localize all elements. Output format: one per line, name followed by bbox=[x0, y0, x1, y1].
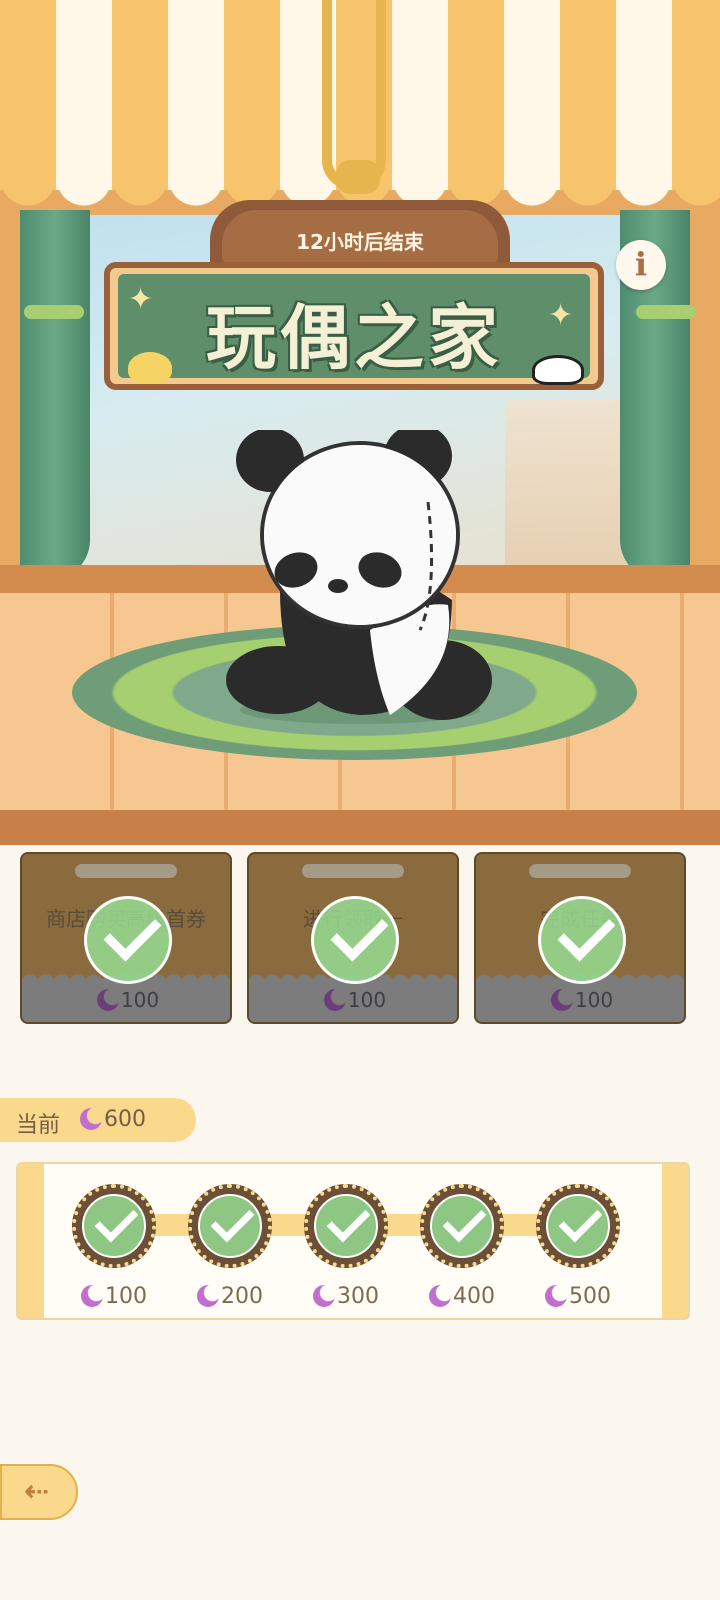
current-balance-value: 600 bbox=[104, 1107, 146, 1132]
info-button[interactable]: i bbox=[616, 240, 666, 290]
milestone-value-text: 200 bbox=[221, 1284, 263, 1309]
task-reward-value: 100 bbox=[120, 988, 160, 1012]
curtain-tieback-left bbox=[24, 305, 84, 319]
back-arrow-icon: ⇠ bbox=[24, 1474, 50, 1509]
check-icon bbox=[84, 896, 172, 984]
check-icon bbox=[538, 896, 626, 984]
milestone-reward[interactable] bbox=[72, 1184, 156, 1268]
check-icon bbox=[198, 1194, 262, 1258]
task-card[interactable]: 商店购买高级首券 100 bbox=[20, 852, 232, 1024]
task-card-tab bbox=[529, 864, 631, 878]
moon-icon bbox=[80, 1108, 102, 1130]
moon-icon bbox=[197, 1285, 219, 1307]
check-icon bbox=[311, 896, 399, 984]
task-card[interactable]: 进行领取一 100 bbox=[247, 852, 459, 1024]
track-side-left bbox=[18, 1164, 44, 1318]
milestone-value-text: 400 bbox=[453, 1284, 495, 1309]
mini-panda-icon bbox=[532, 355, 584, 385]
curtain-tieback-right bbox=[636, 305, 696, 319]
moon-icon bbox=[550, 989, 573, 1011]
milestone-reward[interactable] bbox=[536, 1184, 620, 1268]
moon-icon bbox=[313, 1285, 335, 1307]
moon-icon bbox=[81, 1285, 103, 1307]
milestone-value: 200 bbox=[170, 1284, 290, 1309]
milestone-value-text: 500 bbox=[569, 1284, 611, 1309]
milestone-value: 100 bbox=[54, 1284, 174, 1309]
moon-icon bbox=[96, 989, 119, 1011]
current-balance: 600 bbox=[80, 1107, 146, 1132]
moon-icon bbox=[323, 989, 346, 1011]
chick-doll-icon bbox=[128, 352, 172, 384]
check-icon bbox=[82, 1194, 146, 1258]
event-banner-scene: 12小时后结束 玩偶之家 ✦ ✦ i bbox=[0, 0, 720, 845]
sparkle-icon: ✦ bbox=[548, 298, 574, 333]
milestone-reward[interactable] bbox=[188, 1184, 272, 1268]
moon-icon bbox=[545, 1285, 567, 1307]
milestone-reward[interactable] bbox=[420, 1184, 504, 1268]
task-reward: 100 bbox=[249, 988, 457, 1012]
curtain-left bbox=[20, 210, 90, 580]
sparkle-icon: ✦ bbox=[128, 282, 154, 317]
event-title: 玩偶之家 bbox=[206, 297, 502, 379]
milestone-value-text: 100 bbox=[105, 1284, 147, 1309]
rope-knot bbox=[336, 160, 380, 194]
panda-doll[interactable] bbox=[220, 430, 500, 730]
task-reward: 100 bbox=[476, 988, 684, 1012]
milestone-value: 300 bbox=[286, 1284, 406, 1309]
back-button[interactable]: ⇠ bbox=[0, 1464, 78, 1520]
task-card-tab bbox=[302, 864, 404, 878]
track-side-right bbox=[662, 1164, 688, 1318]
milestone-value-text: 300 bbox=[337, 1284, 379, 1309]
floor-edge bbox=[0, 810, 720, 845]
check-icon bbox=[314, 1194, 378, 1258]
task-reward: 100 bbox=[22, 988, 230, 1012]
moon-icon bbox=[429, 1285, 451, 1307]
milestone-reward[interactable] bbox=[304, 1184, 388, 1268]
task-card[interactable]: 完成任务 100 bbox=[474, 852, 686, 1024]
milestone-value: 500 bbox=[518, 1284, 638, 1309]
milestone-value: 400 bbox=[402, 1284, 522, 1309]
check-icon bbox=[430, 1194, 494, 1258]
task-card-tab bbox=[75, 864, 177, 878]
info-icon: i bbox=[634, 245, 648, 283]
task-reward-value: 100 bbox=[347, 988, 387, 1012]
current-balance-label: 当前 bbox=[16, 1113, 61, 1138]
task-reward-value: 100 bbox=[574, 988, 614, 1012]
check-icon bbox=[546, 1194, 610, 1258]
event-countdown: 12小时后结束 bbox=[296, 230, 424, 254]
